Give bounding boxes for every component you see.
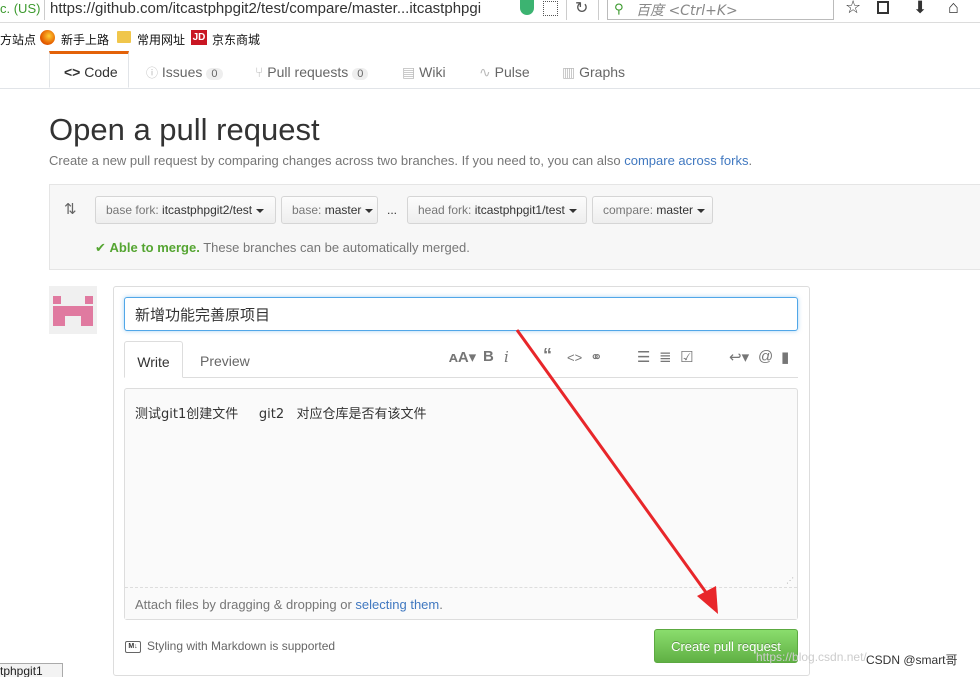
watermark: CSDN @smart哥 [866,653,958,667]
annotation-arrow [515,329,718,614]
status-tooltip: tphpgit1 [0,663,63,677]
watermark-url: https://blog.csdn.net/ [756,650,867,664]
